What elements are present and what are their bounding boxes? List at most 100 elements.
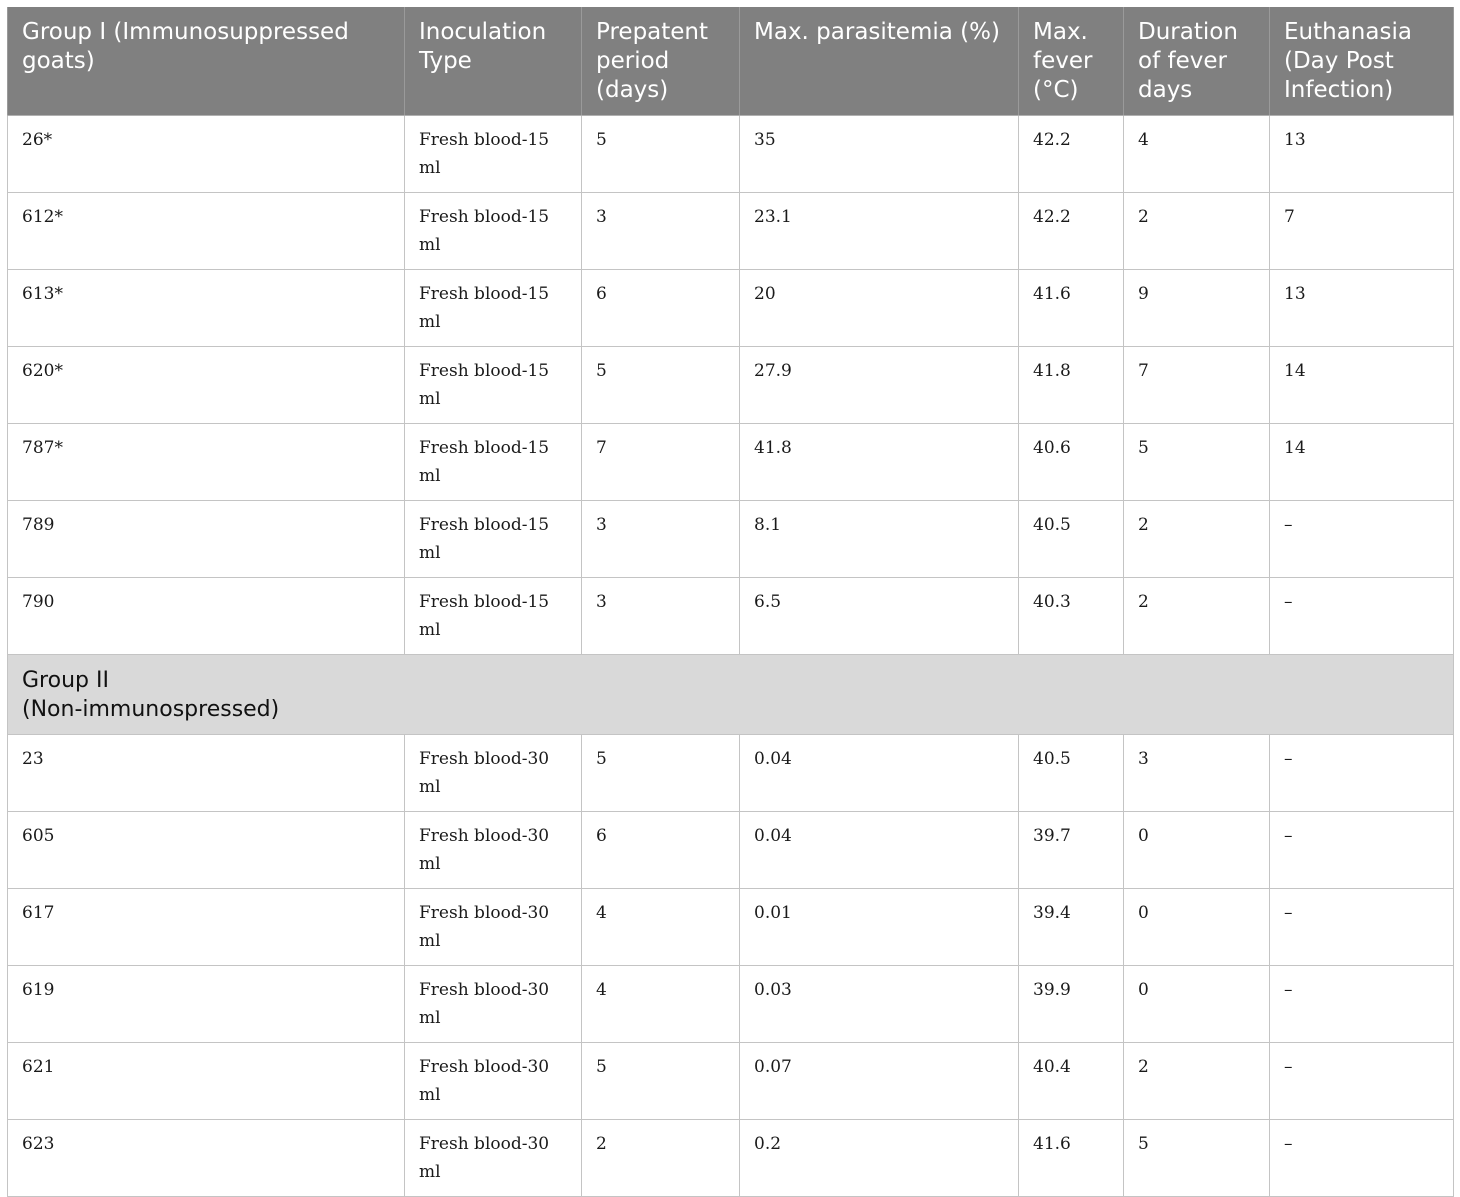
max-fever-cell: 39.7 — [1018, 811, 1124, 889]
goat-id-cell: 789 — [7, 500, 405, 578]
group-ii-label: Group II (Non-immunospressed) — [7, 654, 1454, 735]
table-row: 787* Fresh blood-15 ml 7 41.8 40.6 5 14 — [7, 423, 1454, 501]
header-euthanasia-day: Euthanasia (Day Post Infection) — [1269, 7, 1454, 116]
table-row: 617 Fresh blood-30 ml 4 0.01 39.4 0– — [7, 888, 1454, 966]
goat-id-cell: 605 — [7, 811, 405, 889]
goat-id-cell: 23 — [7, 734, 405, 812]
max-fever-cell: 41.6 — [1018, 1119, 1124, 1197]
goat-id-cell: 612* — [7, 192, 405, 270]
inoculation-type-cell: Fresh blood-30 ml — [404, 811, 582, 889]
inoculation-type-cell: Fresh blood-15 ml — [404, 192, 582, 270]
prepatent-period-cell: 7 — [581, 423, 740, 501]
inoculation-type-cell: Fresh blood-30 ml — [404, 734, 582, 812]
table-row: 790 Fresh blood-15 ml 3 6.5 40.3 2– — [7, 577, 1454, 655]
max-parasitemia-cell: 0.2 — [739, 1119, 1019, 1197]
fever-duration-cell: 2 — [1123, 500, 1270, 578]
max-parasitemia-cell: 8.1 — [739, 500, 1019, 578]
euthanasia-day-cell: – — [1269, 1042, 1454, 1120]
fever-duration-cell: 5 — [1123, 1119, 1270, 1197]
table-row: 26* Fresh blood-15 ml 5 35 42.2 4 13 — [7, 115, 1454, 193]
table-row: 621 Fresh blood-30 ml 5 0.07 40.4 2– — [7, 1042, 1454, 1120]
data-table-container: Group I (Immunosuppressed goats) Inocula… — [7, 7, 1454, 1197]
prepatent-period-cell: 4 — [581, 888, 740, 966]
table-body: 26* Fresh blood-15 ml 5 35 42.2 4 13 612* Fresh … — [7, 115, 1454, 1197]
fever-duration-cell: 2 — [1123, 192, 1270, 270]
euthanasia-day-cell: – — [1269, 500, 1454, 578]
header-group-i: Group I (Immunosuppressed goats) — [7, 7, 405, 116]
goat-id-cell: 623 — [7, 1119, 405, 1197]
max-parasitemia-cell: 0.07 — [739, 1042, 1019, 1120]
max-fever-cell: 40.5 — [1018, 734, 1124, 812]
prepatent-period-cell: 5 — [581, 1042, 740, 1120]
header-fever-duration: Duration of fever days — [1123, 7, 1270, 116]
table-row: 605 Fresh blood-30 ml 6 0.04 39.7 0– — [7, 811, 1454, 889]
table-row: 789 Fresh blood-15 ml 3 8.1 40.5 2– — [7, 500, 1454, 578]
goat-id-cell: 620* — [7, 346, 405, 424]
fever-duration-cell: 2 — [1123, 577, 1270, 655]
goat-id-cell: 619 — [7, 965, 405, 1043]
max-parasitemia-cell: 0.04 — [739, 811, 1019, 889]
prepatent-period-cell: 3 — [581, 500, 740, 578]
goat-infection-table: Group I (Immunosuppressed goats) Inocula… — [7, 7, 1454, 1197]
max-fever-cell: 41.6 — [1018, 269, 1124, 347]
header-inoculation-type: Inoculation Type — [404, 7, 582, 116]
fever-duration-cell: 7 — [1123, 346, 1270, 424]
inoculation-type-cell: Fresh blood-30 ml — [404, 1119, 582, 1197]
max-parasitemia-cell: 41.8 — [739, 423, 1019, 501]
max-parasitemia-cell: 0.03 — [739, 965, 1019, 1043]
inoculation-type-cell: Fresh blood-30 ml — [404, 965, 582, 1043]
fever-duration-cell: 9 — [1123, 269, 1270, 347]
inoculation-type-cell: Fresh blood-15 ml — [404, 500, 582, 578]
max-fever-cell: 42.2 — [1018, 115, 1124, 193]
fever-duration-cell: 0 — [1123, 965, 1270, 1043]
inoculation-type-cell: Fresh blood-15 ml — [404, 423, 582, 501]
goat-id-cell: 617 — [7, 888, 405, 966]
euthanasia-day-cell: 13 — [1269, 115, 1454, 193]
euthanasia-day-cell: – — [1269, 965, 1454, 1043]
euthanasia-day-cell: 14 — [1269, 346, 1454, 424]
table-header: Group I (Immunosuppressed goats) Inocula… — [7, 7, 1454, 116]
euthanasia-day-cell: – — [1269, 734, 1454, 812]
inoculation-type-cell: Fresh blood-15 ml — [404, 346, 582, 424]
max-parasitemia-cell: 23.1 — [739, 192, 1019, 270]
table-row: 612* Fresh blood-15 ml 3 23.1 42.2 2 7 — [7, 192, 1454, 270]
max-fever-cell: 40.6 — [1018, 423, 1124, 501]
prepatent-period-cell: 5 — [581, 734, 740, 812]
table-row: 619 Fresh blood-30 ml 4 0.03 39.9 0– — [7, 965, 1454, 1043]
table-row: 613* Fresh blood-15 ml 6 20 41.6 9 13 — [7, 269, 1454, 347]
inoculation-type-cell: Fresh blood-15 ml — [404, 115, 582, 193]
prepatent-period-cell: 4 — [581, 965, 740, 1043]
euthanasia-day-cell: – — [1269, 888, 1454, 966]
euthanasia-day-cell: – — [1269, 1119, 1454, 1197]
table-row: 623 Fresh blood-30 ml 2 0.2 41.6 5– — [7, 1119, 1454, 1197]
fever-duration-cell: 4 — [1123, 115, 1270, 193]
goat-id-cell: 26* — [7, 115, 405, 193]
header-row: Group I (Immunosuppressed goats) Inocula… — [7, 7, 1454, 116]
fever-duration-cell: 2 — [1123, 1042, 1270, 1120]
prepatent-period-cell: 3 — [581, 192, 740, 270]
max-fever-cell: 40.5 — [1018, 500, 1124, 578]
max-fever-cell: 40.3 — [1018, 577, 1124, 655]
inoculation-type-cell: Fresh blood-15 ml — [404, 577, 582, 655]
table-row: 620* Fresh blood-15 ml 5 27.9 41.8 7 14 — [7, 346, 1454, 424]
max-fever-cell: 41.8 — [1018, 346, 1124, 424]
group-ii-section-row: Group II (Non-immunospressed) — [7, 654, 1454, 735]
prepatent-period-cell: 2 — [581, 1119, 740, 1197]
goat-id-cell: 613* — [7, 269, 405, 347]
goat-id-cell: 790 — [7, 577, 405, 655]
goat-id-cell: 787* — [7, 423, 405, 501]
max-fever-cell: 42.2 — [1018, 192, 1124, 270]
euthanasia-day-cell: – — [1269, 577, 1454, 655]
euthanasia-day-cell: 13 — [1269, 269, 1454, 347]
max-fever-cell: 40.4 — [1018, 1042, 1124, 1120]
max-fever-cell: 39.9 — [1018, 965, 1124, 1043]
fever-duration-cell: 0 — [1123, 811, 1270, 889]
prepatent-period-cell: 3 — [581, 577, 740, 655]
max-parasitemia-cell: 27.9 — [739, 346, 1019, 424]
table-row: 23 Fresh blood-30 ml 5 0.04 40.5 3– — [7, 734, 1454, 812]
max-parasitemia-cell: 6.5 — [739, 577, 1019, 655]
max-parasitemia-cell: 35 — [739, 115, 1019, 193]
inoculation-type-cell: Fresh blood-30 ml — [404, 1042, 582, 1120]
group-ii-label-line2: (Non-immunospressed) — [22, 697, 280, 722]
prepatent-period-cell: 5 — [581, 346, 740, 424]
